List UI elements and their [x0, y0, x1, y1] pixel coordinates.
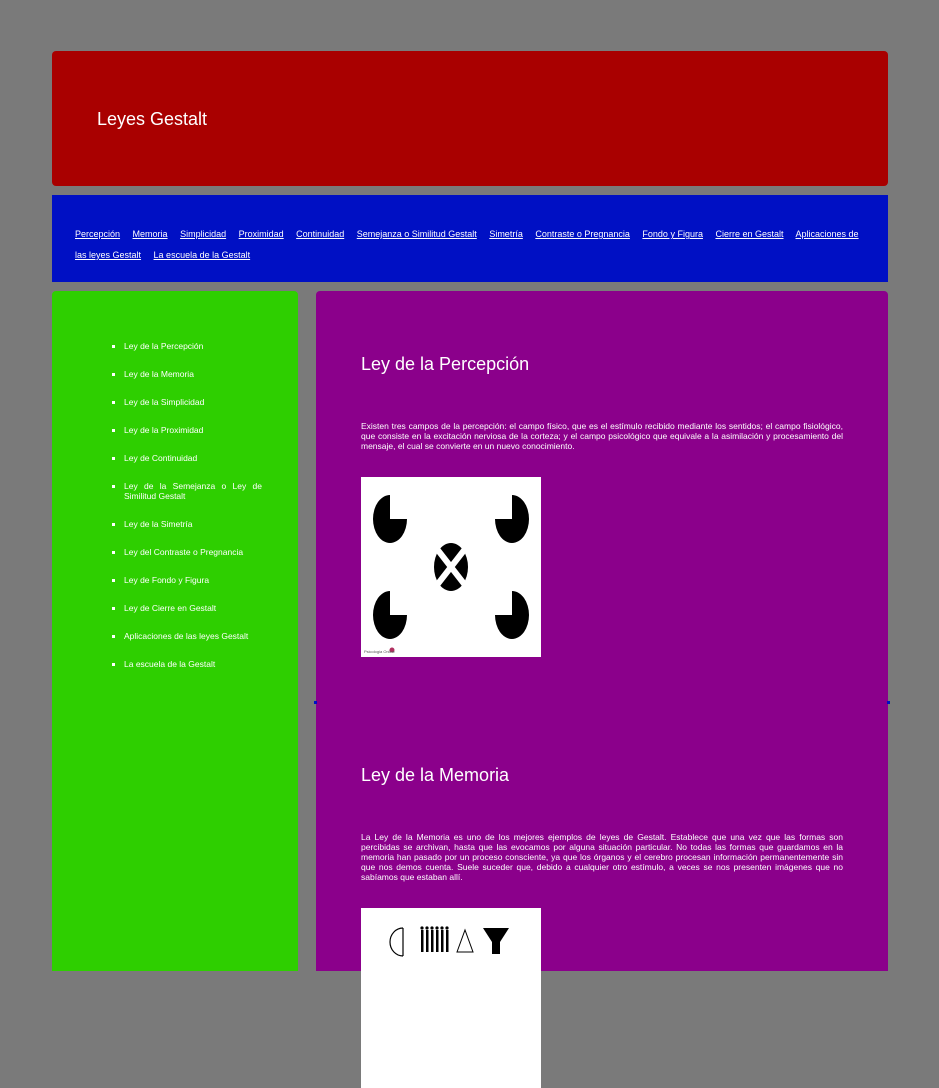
site-title: Leyes Gestalt [97, 109, 208, 129]
nav-link-contraste[interactable]: Contraste o Pregnancia [535, 229, 630, 239]
section-title-memoria: Ley de la Memoria [361, 765, 510, 785]
top-nav: Percepción Memoria Simplicidad Proximida… [52, 195, 888, 282]
memoria-figure-image [361, 908, 541, 1088]
nav-link-cierre[interactable]: Cierre en Gestalt [715, 229, 783, 239]
figure-caption: Psicologia Online [364, 649, 395, 654]
section-text-memoria: La Ley de la Memoria es uno de los mejor… [361, 832, 843, 882]
section-text-percepcion: Existen tres campos de la percepción: el… [361, 421, 843, 451]
sidebar-item-percepcion[interactable]: Ley de la Percepción [124, 341, 262, 352]
sidebar-item-contraste[interactable]: Ley del Contraste o Pregnancia [124, 547, 262, 558]
nav-link-proximidad[interactable]: Proximidad [239, 229, 284, 239]
pacman-illusion-icon [373, 495, 529, 653]
main-content: Ley de la Percepción Existen tres campos… [314, 291, 890, 1088]
sidebar-item-memoria[interactable]: Ley de la Memoria [124, 369, 262, 380]
sidebar-item-escuela[interactable]: La escuela de la Gestalt [124, 659, 262, 670]
nav-links: Percepción Memoria Simplicidad Proximida… [75, 224, 865, 266]
sidebar-item-semejanza[interactable]: Ley de la Semejanza o Ley de Similitud G… [124, 481, 262, 501]
nav-link-simplicidad[interactable]: Simplicidad [180, 229, 226, 239]
sidebar-item-simplicidad[interactable]: Ley de la Simplicidad [124, 397, 262, 408]
sidebar-item-cierre[interactable]: Ley de Cierre en Gestalt [124, 603, 262, 614]
percepcion-figure-image: Psicologia Online [361, 477, 541, 657]
sidebar-item-aplicaciones[interactable]: Aplicaciones de las leyes Gestalt [124, 631, 262, 642]
site-header: Leyes Gestalt [52, 51, 888, 186]
nav-link-percepcion[interactable]: Percepción [75, 229, 120, 239]
sidebar-item-continuidad[interactable]: Ley de Continuidad [124, 453, 262, 464]
sidebar: Ley de la Percepción Ley de la Memoria L… [52, 291, 298, 971]
sidebar-list: Ley de la Percepción Ley de la Memoria L… [52, 341, 262, 688]
sidebar-item-fondo-figura[interactable]: Ley de Fondo y Figura [124, 575, 262, 586]
memoria-shapes-icon [389, 926, 509, 957]
divider-dot-right [887, 701, 890, 704]
nav-link-fondo-figura[interactable]: Fondo y Figura [642, 229, 703, 239]
nav-link-continuidad[interactable]: Continuidad [296, 229, 344, 239]
sidebar-item-simetria[interactable]: Ley de la Simetría [124, 519, 262, 530]
divider-dot-left [314, 701, 317, 704]
nav-link-escuela[interactable]: La escuela de la Gestalt [154, 250, 251, 260]
nav-link-simetria[interactable]: Simetría [489, 229, 523, 239]
section-title-percepcion: Ley de la Percepción [361, 354, 530, 374]
nav-link-memoria[interactable]: Memoria [133, 229, 168, 239]
nav-link-semejanza[interactable]: Semejanza o Similitud Gestalt [357, 229, 477, 239]
sidebar-item-proximidad[interactable]: Ley de la Proximidad [124, 425, 262, 436]
